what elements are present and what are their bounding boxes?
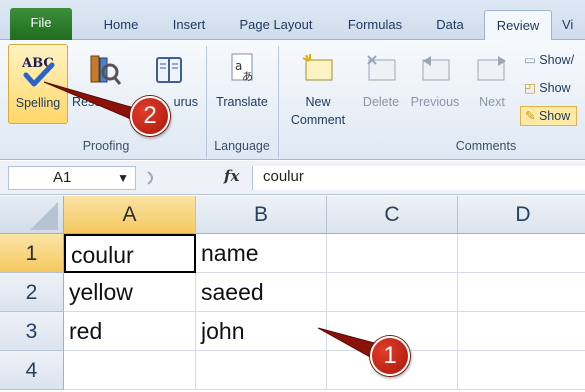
show-ink-label: Show bbox=[538, 109, 571, 123]
column-header-c[interactable]: C bbox=[327, 196, 458, 234]
cell-b3[interactable]: john bbox=[196, 312, 327, 351]
cell-d2[interactable] bbox=[458, 273, 585, 312]
cell-a2[interactable]: yellow bbox=[64, 273, 196, 312]
row-header-2[interactable]: 2 bbox=[0, 273, 64, 312]
show-all-comments-button[interactable]: ◰ Show bbox=[524, 80, 571, 95]
proofing-group-label: Proofing bbox=[82, 139, 130, 153]
row-header-3[interactable]: 3 bbox=[0, 312, 64, 351]
tab-file[interactable]: File bbox=[10, 8, 72, 40]
tab-page-layout[interactable]: Page Layout bbox=[230, 10, 322, 40]
show-ink-button[interactable]: ✎ Show bbox=[520, 106, 578, 126]
column-header-d[interactable]: D bbox=[458, 196, 585, 234]
name-box-value: A1 bbox=[53, 169, 72, 186]
delete-comment-button[interactable]: Delete bbox=[356, 44, 406, 124]
show-all-comments-label: Show bbox=[539, 81, 571, 95]
delete-label: Delete bbox=[362, 95, 400, 109]
cell-b1[interactable]: name bbox=[196, 234, 327, 273]
cell-b2[interactable]: saeed bbox=[196, 273, 327, 312]
formula-bar: A1 ▼ fx coulur bbox=[0, 161, 585, 195]
group-divider bbox=[206, 46, 207, 158]
column-header-b[interactable]: B bbox=[196, 196, 327, 234]
research-button[interactable]: Resea bbox=[70, 44, 136, 124]
next-comment-button[interactable]: Next bbox=[466, 44, 518, 124]
tab-insert[interactable]: Insert bbox=[160, 10, 218, 40]
spelling-button[interactable]: ABC Spelling bbox=[8, 44, 68, 124]
cell-c1[interactable] bbox=[327, 234, 458, 273]
tab-review[interactable]: Review bbox=[484, 10, 552, 41]
show-all-comments-icon: ◰ bbox=[524, 81, 536, 95]
tab-view[interactable]: Vi bbox=[562, 10, 585, 40]
show-hide-comment-button[interactable]: ▭ Show/ bbox=[524, 52, 574, 67]
insert-function-icon[interactable]: fx bbox=[224, 167, 239, 185]
callout-badge-2: 2 bbox=[130, 96, 170, 136]
tab-home[interactable]: Home bbox=[92, 10, 150, 40]
show-hide-comment-label: Show/ bbox=[539, 53, 575, 67]
new-comment-icon bbox=[302, 54, 333, 81]
cell-b4[interactable] bbox=[196, 351, 327, 390]
tab-data[interactable]: Data bbox=[426, 10, 474, 40]
group-divider bbox=[278, 46, 279, 158]
name-box-dropdown-icon[interactable]: ▼ bbox=[117, 167, 129, 189]
formula-bar-resize-handle[interactable] bbox=[146, 166, 158, 190]
svg-text:あ: あ bbox=[242, 70, 253, 83]
show-hide-comment-icon: ▭ bbox=[524, 53, 536, 67]
research-books-icon bbox=[90, 55, 122, 85]
show-ink-icon: ✎ bbox=[525, 109, 536, 123]
new-comment-button[interactable]: New Comment bbox=[282, 44, 354, 136]
new-comment-label-line1: New bbox=[305, 95, 331, 109]
ribbon-tab-bar: File Home Insert Page Layout Formulas Da… bbox=[0, 0, 585, 41]
cell-c2[interactable] bbox=[327, 273, 458, 312]
cell-d3[interactable] bbox=[458, 312, 585, 351]
translate-button[interactable]: a あ Translate bbox=[210, 44, 274, 124]
select-all-corner[interactable] bbox=[0, 196, 64, 234]
column-header-a[interactable]: A bbox=[64, 196, 196, 234]
translate-label: Translate bbox=[216, 95, 268, 109]
thesaurus-book-icon bbox=[156, 57, 182, 83]
previous-comment-button[interactable]: Previous bbox=[406, 44, 464, 124]
cell-d1[interactable] bbox=[458, 234, 585, 273]
cell-a4[interactable] bbox=[64, 351, 196, 390]
callout-badge-1: 1 bbox=[370, 336, 410, 376]
cell-a1[interactable]: coulur bbox=[64, 234, 196, 273]
formula-input[interactable]: coulur bbox=[252, 166, 585, 190]
spelling-abc-check-icon: ABC bbox=[21, 56, 55, 87]
name-box[interactable]: A1 ▼ bbox=[8, 166, 136, 190]
new-comment-label-line2: Comment bbox=[290, 113, 346, 127]
previous-label: Previous bbox=[410, 95, 460, 109]
language-group-label: Language bbox=[214, 139, 270, 153]
next-comment-icon bbox=[477, 56, 506, 81]
cell-d4[interactable] bbox=[458, 351, 585, 390]
cell-a3[interactable]: red bbox=[64, 312, 196, 351]
delete-comment-icon bbox=[367, 55, 396, 81]
spelling-label: Spelling bbox=[15, 96, 61, 110]
select-all-triangle-icon bbox=[30, 202, 58, 230]
row-header-1[interactable]: 1 bbox=[0, 234, 64, 273]
next-label: Next bbox=[479, 95, 505, 109]
previous-comment-icon bbox=[422, 56, 450, 81]
translate-icon: a あ bbox=[231, 53, 253, 83]
research-label: Resea bbox=[72, 95, 109, 109]
row-header-4[interactable]: 4 bbox=[0, 351, 64, 390]
spreadsheet-grid: A B C D 1 2 3 4 coulur name yellow saeed… bbox=[0, 196, 585, 392]
comments-group-label: Comments bbox=[455, 139, 517, 153]
ribbon-review-panel: ABC Spelling Resea urus Proofing a あ Tra… bbox=[0, 40, 585, 160]
tab-formulas[interactable]: Formulas bbox=[336, 10, 414, 40]
